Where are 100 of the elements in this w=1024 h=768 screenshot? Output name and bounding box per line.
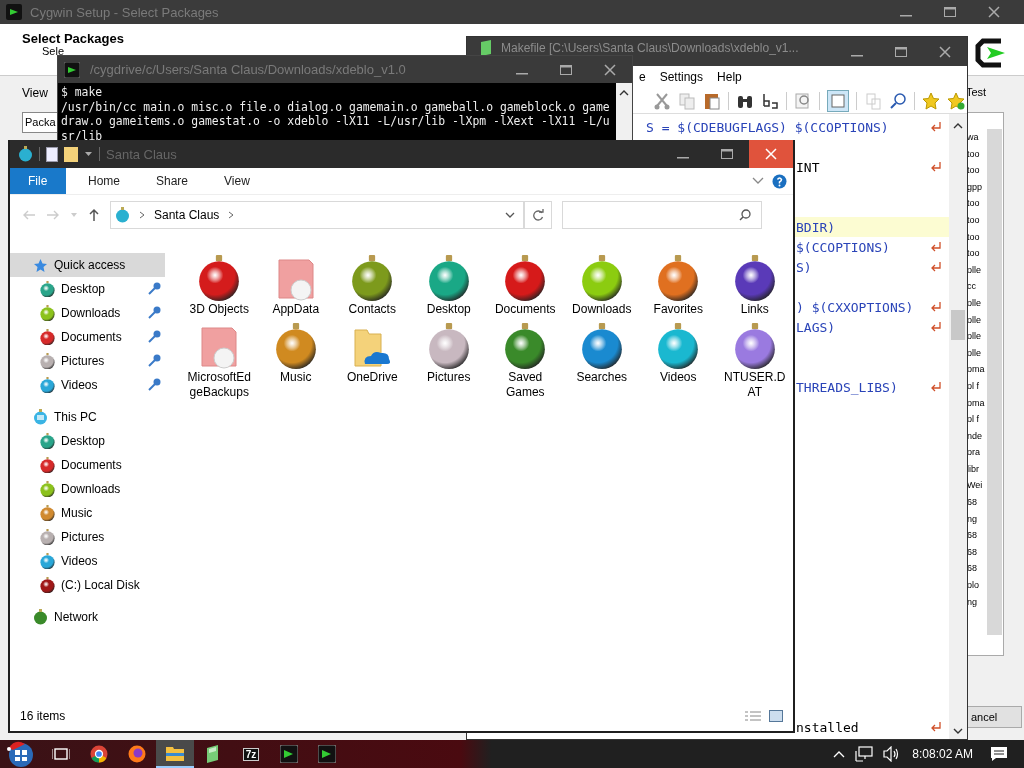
taskbar-app[interactable]: 7z	[232, 740, 270, 768]
magnifier-icon[interactable]	[889, 91, 907, 110]
large-icons-view-icon[interactable]	[769, 710, 783, 722]
list-item[interactable]: ora	[967, 444, 987, 461]
folder-item[interactable]: OneDrive	[334, 323, 411, 400]
list-item[interactable]: gpp	[967, 178, 987, 196]
list-item[interactable]: too	[967, 145, 987, 163]
nav-item[interactable]: (C:) Local Disk	[10, 573, 165, 597]
nav-item[interactable]: Network	[10, 605, 165, 629]
nav-item[interactable]: Desktop	[10, 277, 165, 301]
list-item[interactable]: too	[967, 228, 987, 246]
nav-item[interactable]: Pictures	[10, 349, 165, 373]
star-icon[interactable]	[922, 91, 940, 110]
folder-item[interactable]: AppData	[257, 255, 334, 317]
nav-item[interactable]: Pictures	[10, 525, 165, 549]
zoom-icon[interactable]	[794, 91, 812, 110]
chevron-up-icon[interactable]	[833, 750, 846, 758]
nav-item[interactable]: Documents	[10, 325, 165, 349]
taskbar-app[interactable]	[156, 740, 194, 768]
nav-item[interactable]: Desktop	[10, 429, 165, 453]
chevron-down-icon[interactable]	[505, 212, 515, 218]
scroll-down-icon[interactable]	[953, 727, 963, 735]
network-icon[interactable]	[855, 746, 874, 762]
folder-item[interactable]: Desktop	[410, 255, 487, 317]
pin-icon[interactable]	[147, 330, 161, 344]
nav-item[interactable]: Music	[10, 501, 165, 525]
ribbon-tab[interactable]: Home	[74, 168, 134, 194]
nav-item[interactable]: This PC	[10, 405, 165, 429]
folder-item[interactable]: Links	[716, 255, 793, 317]
search-field[interactable]	[562, 201, 762, 229]
folder-item[interactable]: MicrosoftEdgeBackups	[181, 323, 258, 400]
chevron-down-icon[interactable]	[752, 177, 764, 185]
menu-item[interactable]: e	[639, 70, 646, 84]
nav-item[interactable]: Videos	[10, 373, 165, 397]
ribbon-tab[interactable]: View	[210, 168, 264, 194]
scroll-thumb[interactable]	[951, 310, 965, 340]
folder-item[interactable]: Contacts	[334, 255, 411, 317]
list-item[interactable]: 68	[967, 543, 987, 561]
breadcrumb[interactable]: Santa Claus	[154, 208, 220, 222]
address-bar[interactable]: Santa Claus	[110, 201, 524, 229]
close-icon	[765, 148, 777, 160]
scrollbar[interactable]	[949, 114, 967, 739]
list-item[interactable]: 68	[967, 494, 987, 511]
ornament-icon	[274, 322, 317, 370]
folder-item[interactable]: Pictures	[410, 323, 487, 400]
folder-item[interactable]: Downloads	[563, 255, 640, 317]
file-tab[interactable]: File	[10, 168, 66, 194]
list-item[interactable]: oma	[967, 394, 987, 412]
package-button[interactable]: Packa	[22, 112, 60, 133]
list-item[interactable]: too	[967, 195, 987, 212]
folder-icon[interactable]	[64, 146, 78, 162]
pin-icon[interactable]	[147, 306, 161, 320]
folder-item[interactable]: Searches	[563, 323, 640, 400]
help-icon[interactable]	[772, 173, 787, 189]
ribbon-tab[interactable]: Share	[142, 168, 203, 194]
pin-icon[interactable]	[147, 282, 161, 296]
clock[interactable]: 8:08:02 AM	[912, 747, 973, 761]
folder-item[interactable]: Favorites	[640, 255, 717, 317]
minimize-icon	[677, 157, 689, 159]
menu-item[interactable]: Settings	[659, 70, 704, 84]
nav-item[interactable]: Documents	[10, 453, 165, 477]
pin-icon[interactable]	[147, 354, 161, 368]
maximize-icon	[944, 7, 956, 17]
folder-item[interactable]: Music	[257, 323, 334, 400]
folder-item[interactable]: Videos	[640, 323, 717, 400]
list-item[interactable]: libr	[967, 460, 987, 478]
nav-item[interactable]: Videos	[10, 549, 165, 573]
scroll-up-icon[interactable]	[953, 122, 963, 130]
scroll-up-icon[interactable]	[619, 89, 629, 97]
menu-item[interactable]: Help	[717, 70, 742, 84]
nav-item[interactable]: Quick access	[10, 253, 165, 277]
list-item[interactable]: too	[967, 162, 987, 179]
list-item[interactable]: oma	[967, 361, 987, 378]
folder-item[interactable]: NTUSER.DAT	[716, 323, 793, 400]
scrollbar[interactable]	[987, 129, 1002, 635]
refresh-button[interactable]	[524, 201, 552, 229]
cancel-button[interactable]: ancel	[966, 706, 1022, 728]
list-item[interactable]: Wei	[967, 477, 987, 495]
list-item[interactable]: ng	[967, 510, 987, 528]
list-item[interactable]: nde	[967, 427, 987, 445]
dropdown-icon[interactable]	[84, 151, 93, 157]
pin-icon[interactable]	[147, 378, 161, 392]
list-item[interactable]: ng	[967, 593, 987, 611]
folder-item[interactable]: 3D Objects	[181, 255, 258, 317]
replace-icon[interactable]	[761, 91, 779, 110]
list-item[interactable]: too	[967, 245, 987, 262]
list-item[interactable]: 68	[967, 560, 987, 578]
up-arrow-icon[interactable]	[88, 208, 100, 222]
nav-item[interactable]: Downloads	[10, 301, 165, 325]
list-item[interactable]: too	[967, 211, 987, 229]
properties-icon[interactable]	[46, 146, 58, 162]
word-wrap-icon[interactable]	[827, 89, 849, 112]
notification-icon[interactable]	[990, 746, 1008, 762]
list-item[interactable]: 68	[967, 527, 987, 544]
clipboard-icon[interactable]	[703, 91, 721, 110]
cut-icon[interactable]	[653, 91, 671, 110]
folder-item[interactable]: Documents	[487, 255, 564, 317]
star-add-icon[interactable]	[947, 91, 965, 110]
folder-item[interactable]: Saved Games	[487, 323, 564, 400]
nav-item[interactable]: Downloads	[10, 477, 165, 501]
